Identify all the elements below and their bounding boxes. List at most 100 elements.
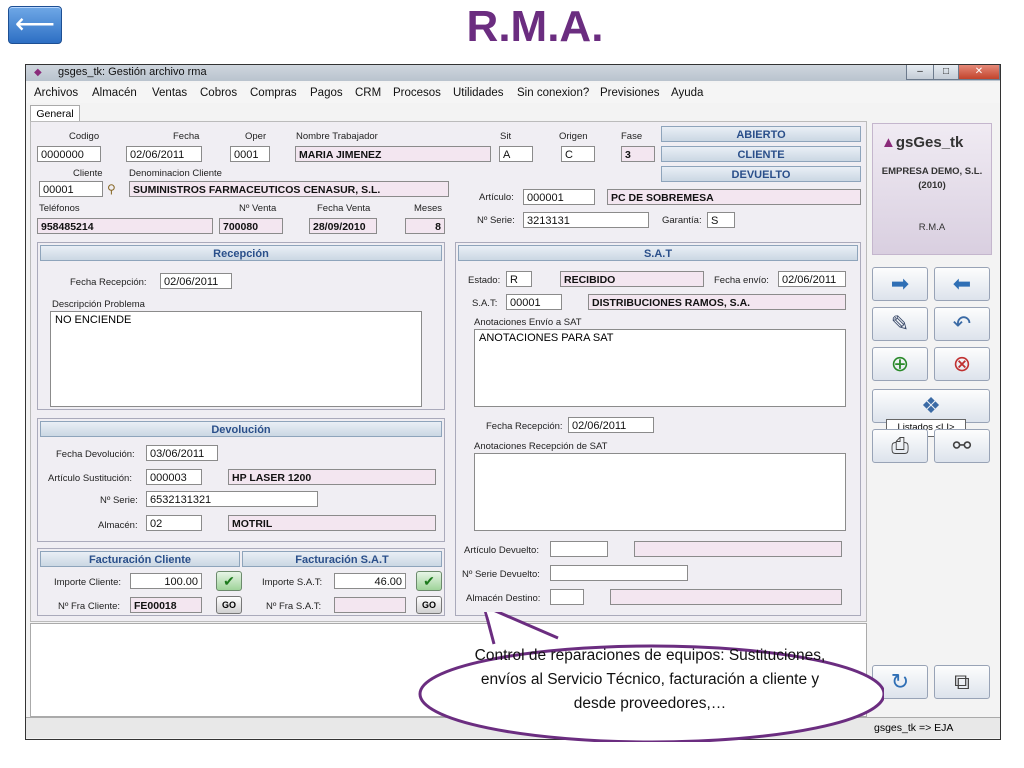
trabajador-field: MARIA JIMENEZ xyxy=(295,146,491,162)
sat-label: S.A.T: xyxy=(472,298,498,309)
status-cliente: CLIENTE xyxy=(661,146,861,162)
add-record-icon[interactable]: ⊕ xyxy=(872,347,928,381)
facturacion-panel: Facturación Cliente Facturación S.A.T Im… xyxy=(37,548,445,616)
fra-cliente-field: FE00018 xyxy=(130,597,202,613)
print-icon[interactable]: ⎙ xyxy=(872,429,928,463)
fra-cliente-label: Nº Fra Cliente: xyxy=(58,601,121,612)
confirm-sat-button[interactable]: ✔ xyxy=(416,571,442,591)
menu-archivos[interactable]: Archivos xyxy=(34,87,78,99)
prev-record-button[interactable]: ⬅ xyxy=(934,267,990,301)
window-title: gsges_tk: Gestión archivo rma xyxy=(58,66,207,78)
cliente-field[interactable]: 00001 xyxy=(39,181,103,197)
oper-field[interactable]: 0001 xyxy=(230,146,270,162)
menu-procesos[interactable]: Procesos xyxy=(393,87,441,99)
back-arrow-button[interactable]: ⟵ xyxy=(8,6,62,44)
fra-sat-label: Nº Fra S.A.T: xyxy=(266,601,322,612)
descripcion-textarea[interactable]: NO ENCIENDE xyxy=(50,311,422,407)
devolucion-panel: Devolución Fecha Devolución: 03/06/2011 … xyxy=(37,418,445,542)
devolucion-fecha-label: Fecha Devolución: xyxy=(56,449,135,460)
go-cliente-button[interactable]: GO xyxy=(216,596,242,614)
search-glasses-icon[interactable]: ⚯ xyxy=(934,429,990,463)
meses-field: 8 xyxy=(405,218,445,234)
almacen-code-field[interactable]: 02 xyxy=(146,515,202,531)
fase-field: 3 xyxy=(621,146,655,162)
logo-text: gsGes_tk xyxy=(895,134,964,151)
importe-cliente-label: Importe Cliente: xyxy=(54,577,122,588)
menu-ventas[interactable]: Ventas xyxy=(152,87,187,99)
tab-general[interactable]: General xyxy=(30,105,80,122)
devolucion-fecha-field[interactable]: 03/06/2011 xyxy=(146,445,218,461)
empresa-year: (2010) xyxy=(918,180,946,191)
sat-code-field[interactable]: 00001 xyxy=(506,294,562,310)
garantia-label: Garantía: xyxy=(662,215,702,226)
menu-sin-conexion[interactable]: Sin conexion? xyxy=(517,87,589,99)
status-abierto: ABIERTO xyxy=(661,126,861,142)
undo-icon[interactable]: ↶ xyxy=(934,307,990,341)
list-icon[interactable]: ❖ xyxy=(872,389,990,423)
maximize-button[interactable]: □ xyxy=(933,65,959,80)
importe-sat-field[interactable]: 46.00 xyxy=(334,573,406,589)
facturacion-cliente-header: Facturación Cliente xyxy=(40,551,240,567)
menu-utilidades[interactable]: Utilidades xyxy=(453,87,504,99)
telefonos-label: Teléfonos xyxy=(39,203,80,214)
almacen-name-field: MOTRIL xyxy=(228,515,436,531)
recepcion-fecha-label: Fecha Recepción: xyxy=(70,277,147,288)
close-button[interactable]: ✕ xyxy=(958,65,1000,80)
slide-title: R.M.A. xyxy=(466,2,604,51)
menu-previsiones[interactable]: Previsiones xyxy=(600,87,659,99)
devolucion-serie-field[interactable]: 6532131321 xyxy=(146,491,318,507)
articulo-code-field[interactable]: 000001 xyxy=(523,189,595,205)
fecha-field[interactable]: 02/06/2011 xyxy=(126,146,202,162)
menu-cobros[interactable]: Cobros xyxy=(200,87,237,99)
menu-ayuda[interactable]: Ayuda xyxy=(671,87,703,99)
confirm-cliente-button[interactable]: ✔ xyxy=(216,571,242,591)
fase-label: Fase xyxy=(621,131,643,142)
codigo-field[interactable]: 0000000 xyxy=(37,146,101,162)
anot-recep-textarea[interactable] xyxy=(474,453,846,531)
anot-envio-textarea[interactable]: ANOTACIONES PARA SAT xyxy=(474,329,846,407)
art-dev-field[interactable] xyxy=(550,541,608,557)
serie-dev-field[interactable] xyxy=(550,565,688,581)
devolucion-header: Devolución xyxy=(40,421,442,437)
fventa-field: 28/09/2010 xyxy=(309,218,377,234)
recepcion-panel: Recepción Fecha Recepción: 02/06/2011 De… xyxy=(37,242,445,410)
status-right: gsges_tk => EJA xyxy=(874,722,954,734)
sat-panel: S.A.T Estado: R RECIBIDO Fecha envío: 02… xyxy=(455,242,861,616)
search-key-icon[interactable]: ⚲ xyxy=(107,182,116,196)
descripcion-label: Descripción Problema xyxy=(52,299,145,310)
serie-field[interactable]: 3213131 xyxy=(523,212,649,228)
next-record-button[interactable]: ➡ xyxy=(872,267,928,301)
callout-text: Control de reparaciones de equipos: Sust… xyxy=(474,647,826,712)
minimize-button[interactable]: – xyxy=(906,65,934,80)
menu-pagos[interactable]: Pagos xyxy=(310,87,343,99)
edit-icon[interactable]: ✎ xyxy=(872,307,928,341)
articulo-name-field: PC DE SOBREMESA xyxy=(607,189,861,205)
estado-code-field[interactable]: R xyxy=(506,271,532,287)
sat-name-field: DISTRIBUCIONES RAMOS, S.A. xyxy=(588,294,846,310)
facturacion-sat-header: Facturación S.A.T xyxy=(242,551,442,567)
sat-frecep-field[interactable]: 02/06/2011 xyxy=(568,417,654,433)
menu-crm[interactable]: CRM xyxy=(355,87,381,99)
fra-sat-field xyxy=(334,597,406,613)
recepcion-fecha-field[interactable]: 02/06/2011 xyxy=(160,273,232,289)
status-devuelto: DEVUELTO xyxy=(661,166,861,182)
serie-dev-label: Nº Serie Devuelto: xyxy=(462,569,540,580)
company-logo-panel: ▲gsGes_tk EMPRESA DEMO, S.L. (2010) R.M.… xyxy=(872,123,992,255)
origen-field[interactable]: C xyxy=(561,146,595,162)
almacen-dest-field[interactable] xyxy=(550,589,584,605)
menu-almacen[interactable]: Almacén xyxy=(92,87,137,99)
window-binoculars-icon[interactable]: ⧉ xyxy=(934,665,990,699)
delete-record-icon[interactable]: ⊗ xyxy=(934,347,990,381)
fecha-envio-field[interactable]: 02/06/2011 xyxy=(778,271,846,287)
importe-sat-label: Importe S.A.T: xyxy=(262,577,323,588)
sustitucion-label: Artículo Sustitución: xyxy=(48,473,132,484)
menu-compras[interactable]: Compras xyxy=(250,87,297,99)
importe-cliente-field[interactable]: 100.00 xyxy=(130,573,202,589)
sat-frecep-label: Fecha Recepción: xyxy=(486,421,563,432)
sustitucion-code-field[interactable]: 000003 xyxy=(146,469,202,485)
art-dev-label: Artículo Devuelto: xyxy=(464,545,539,556)
oper-label: Oper xyxy=(245,131,267,142)
garantia-field[interactable]: S xyxy=(707,212,735,228)
sit-field[interactable]: A xyxy=(499,146,533,162)
meses-label: Meses xyxy=(414,203,442,214)
